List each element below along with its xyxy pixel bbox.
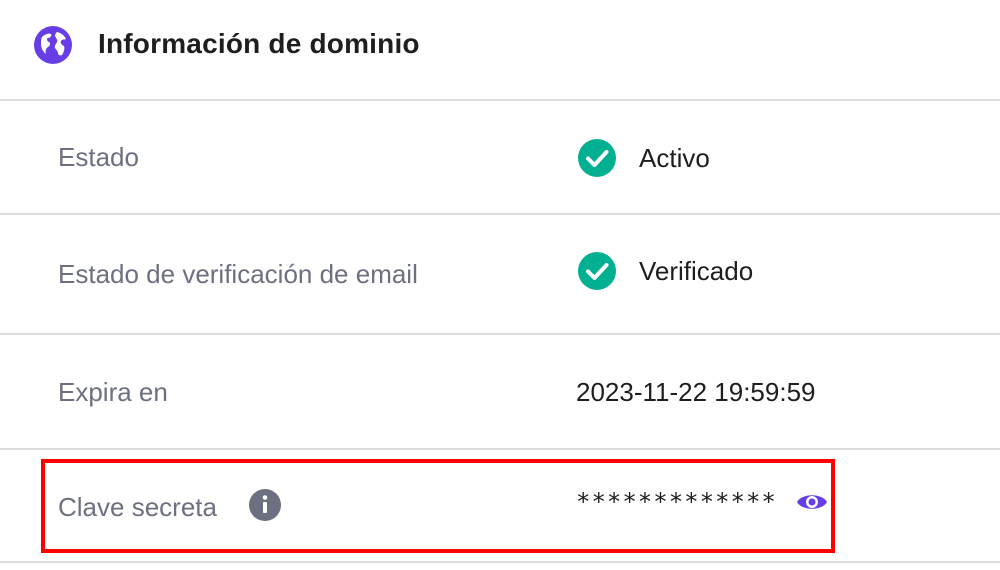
row-value: 2023-11-22 19:59:59 bbox=[576, 377, 816, 408]
page-title: Información de dominio bbox=[98, 28, 420, 59]
domain-info-panel: Información de dominio Estado Activo Est… bbox=[0, 0, 1000, 570]
verification-value: Verificado bbox=[639, 255, 754, 286]
highlight-box bbox=[41, 459, 835, 553]
row-label: Expira en bbox=[58, 377, 168, 407]
panel-header: Información de dominio bbox=[0, 0, 1000, 101]
row-label: Estado bbox=[58, 142, 139, 172]
row-expires: Expira en 2023-11-22 19:59:59 bbox=[0, 335, 1000, 450]
globe-icon bbox=[34, 26, 72, 64]
expiry-value: 2023-11-22 19:59:59 bbox=[576, 377, 816, 407]
row-email-verification: Estado de verificación de email Verifica… bbox=[0, 215, 1000, 335]
row-value: Verificado bbox=[577, 251, 753, 291]
row-status: Estado Activo bbox=[0, 101, 1000, 215]
check-circle-icon bbox=[578, 139, 616, 177]
row-label: Estado de verificación de email bbox=[58, 259, 418, 289]
row-value: Activo bbox=[577, 138, 710, 178]
status-value: Activo bbox=[639, 142, 710, 173]
check-circle-icon bbox=[578, 252, 616, 290]
